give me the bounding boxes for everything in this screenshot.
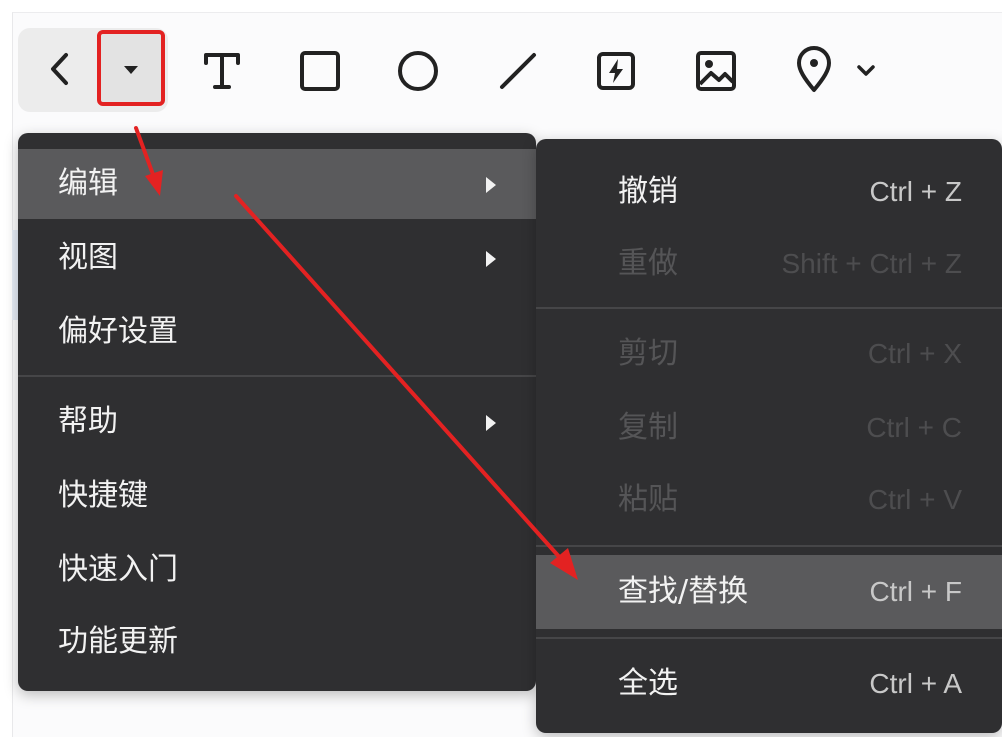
text-tool-button[interactable] bbox=[196, 46, 248, 96]
submenu-divider bbox=[536, 637, 1002, 639]
image-tool-icon bbox=[696, 51, 736, 91]
menu-dropdown-button[interactable] bbox=[97, 30, 165, 106]
menu-item-help[interactable]: 帮助 bbox=[18, 387, 536, 457]
submenu-item-redo: 重做 Shift + Ctrl + Z bbox=[536, 227, 1002, 301]
menu-item-label: 帮助 bbox=[58, 404, 118, 439]
menu-item-quick-start[interactable]: 快速入门 bbox=[18, 535, 536, 605]
back-icon bbox=[51, 53, 68, 85]
submenu-item-select-all[interactable]: 全选 Ctrl + A bbox=[536, 647, 1002, 721]
menu-item-shortcuts[interactable]: 快捷键 bbox=[18, 461, 536, 531]
text-tool-icon bbox=[204, 53, 240, 89]
menu-item-label: 快捷键 bbox=[58, 478, 148, 513]
submenu-item-paste: 粘贴 Ctrl + V bbox=[536, 463, 1002, 537]
submenu-item-label: 重做 bbox=[618, 246, 678, 281]
menu-item-label: 偏好设置 bbox=[58, 314, 178, 349]
shortcut-hint: Ctrl + C bbox=[866, 412, 962, 443]
menu-item-label: 视图 bbox=[58, 240, 118, 275]
shortcut-hint: Ctrl + V bbox=[867, 484, 962, 515]
flash-tool-icon bbox=[597, 52, 635, 90]
menu-item-view[interactable]: 视图 bbox=[18, 223, 536, 293]
submenu-arrow-icon bbox=[486, 177, 496, 193]
submenu-arrow-icon bbox=[486, 415, 496, 431]
submenu-item-label: 粘贴 bbox=[618, 482, 678, 517]
menu-item-label: 功能更新 bbox=[58, 624, 178, 659]
submenu-arrow-icon bbox=[486, 251, 496, 267]
submenu-divider bbox=[536, 307, 1002, 309]
ellipse-tool-icon bbox=[398, 51, 438, 91]
submenu-item-cut: 剪切 Ctrl + X bbox=[536, 317, 1002, 391]
image-tool-button[interactable] bbox=[690, 46, 742, 96]
submenu-item-copy: 复制 Ctrl + C bbox=[536, 391, 1002, 465]
flash-tool-button[interactable] bbox=[590, 46, 642, 96]
menu-item-preferences[interactable]: 偏好设置 bbox=[18, 297, 536, 367]
submenu-item-find-replace[interactable]: 查找/替换 Ctrl + F bbox=[536, 555, 1002, 629]
submenu-item-label: 撤销 bbox=[618, 174, 678, 209]
submenu-item-label: 复制 bbox=[618, 410, 678, 445]
line-tool-icon bbox=[500, 53, 536, 89]
submenu-item-label: 全选 bbox=[618, 666, 678, 701]
shortcut-hint: Shift + Ctrl + Z bbox=[781, 248, 963, 279]
submenu-divider bbox=[536, 545, 1002, 547]
more-tools-button[interactable] bbox=[846, 46, 886, 96]
line-tool-button[interactable] bbox=[492, 46, 544, 96]
menu-item-label: 编辑 bbox=[58, 166, 118, 201]
menu-item-label: 快速入门 bbox=[58, 552, 178, 587]
ellipse-tool-button[interactable] bbox=[392, 46, 444, 96]
chevron-down-icon bbox=[857, 65, 875, 76]
location-tool-button[interactable] bbox=[788, 44, 840, 94]
rectangle-tool-button[interactable] bbox=[294, 46, 346, 96]
submenu-item-label: 查找/替换 bbox=[618, 574, 749, 609]
shortcut-hint: Ctrl + F bbox=[869, 576, 962, 607]
submenu-item-label: 剪切 bbox=[618, 336, 678, 371]
shortcut-hint: Ctrl + A bbox=[869, 668, 962, 699]
menu-item-edit[interactable]: 编辑 bbox=[18, 149, 536, 219]
dropdown-menu-icon bbox=[124, 66, 138, 74]
menu-item-whats-new[interactable]: 功能更新 bbox=[18, 607, 536, 677]
edit-submenu: 撤销 Ctrl + Z 重做 Shift + Ctrl + Z 剪切 Ctrl … bbox=[536, 139, 1002, 733]
back-button[interactable] bbox=[34, 44, 86, 94]
menu-divider bbox=[18, 375, 536, 377]
rectangle-tool-icon bbox=[300, 51, 340, 91]
shortcut-hint: Ctrl + Z bbox=[869, 176, 962, 207]
shortcut-hint: Ctrl + X bbox=[867, 338, 962, 369]
submenu-item-undo[interactable]: 撤销 Ctrl + Z bbox=[536, 155, 1002, 229]
location-pin-icon bbox=[797, 46, 831, 92]
main-menu: 编辑 视图 偏好设置 帮助 快捷键 快速入门 功能更新 bbox=[18, 133, 536, 691]
